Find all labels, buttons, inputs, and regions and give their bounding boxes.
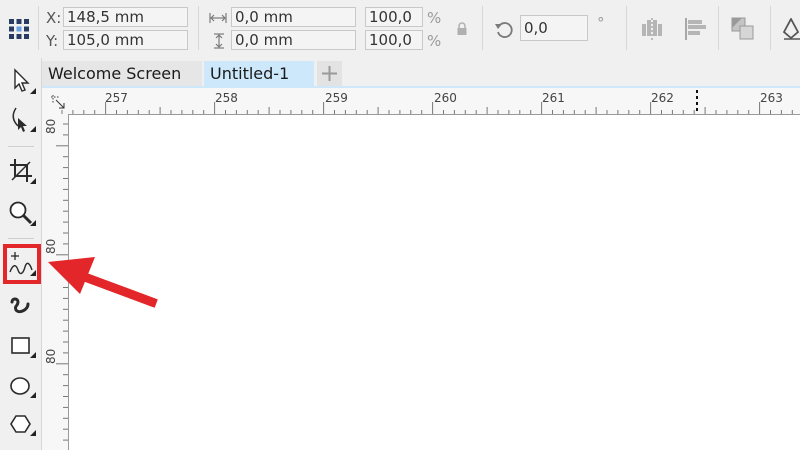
ellipse-icon [10,377,36,398]
reference-point-icon[interactable] [8,18,30,40]
percent-y-label: % [427,32,442,50]
x-position-field[interactable]: 148,5 mm [63,7,188,27]
crop-tool[interactable] [6,156,38,188]
ruler-number: 80 [44,118,58,134]
separator [770,6,771,50]
vertical-ruler[interactable]: 80 80 80 [42,114,68,450]
tab-welcome-screen[interactable]: Welcome Screen [42,61,202,86]
rotation-field[interactable]: 0,0 [520,15,588,41]
polygon-tool[interactable] [6,408,38,440]
magnifier-icon [9,201,36,226]
rotate-icon [495,22,513,38]
horizontal-ruler[interactable]: 257 258 259 260 261 262 263 [42,86,800,114]
shape-tool[interactable] [6,104,38,136]
shape-edit-icon [12,107,36,132]
tab-untitled-1[interactable]: Untitled-1 [204,61,314,86]
ruler-number: 262 [651,91,674,105]
rectangle-icon [11,337,36,358]
ruler-number: 260 [434,91,457,105]
tab-label: Untitled-1 [210,64,290,83]
ruler-number: 80 [44,238,58,254]
property-bar: X: 148,5 mm Y: 105,0 mm 0,0 mm 0,0 mm 10… [0,0,800,58]
separator [8,238,34,239]
separator [626,6,627,50]
ruler-number: 258 [215,91,238,105]
separator [38,6,39,50]
outline-pen-icon[interactable] [782,18,800,40]
height-icon [214,33,224,49]
scale-x-field[interactable]: 100,0 [365,7,423,27]
combine-objects-icon[interactable] [730,16,756,42]
degree-label: ° [597,14,605,32]
zoom-tool[interactable] [6,198,38,230]
new-tab-button[interactable] [317,61,342,86]
toolbox [0,58,42,450]
percent-x-label: % [427,9,442,27]
ellipse-tool[interactable] [6,370,38,402]
separator [718,6,719,50]
freehand-tool-highlight [3,244,41,284]
separator [482,6,483,50]
separator [8,146,34,147]
width-icon [209,13,227,23]
polygon-icon [10,415,36,436]
ruler-number: 261 [542,91,565,105]
horizontal-ruler-ticks [61,90,793,114]
mirror-horizontal-icon[interactable] [640,18,664,40]
plus-icon [322,66,337,81]
ruler-number: 257 [105,91,128,105]
brush-stroke-icon [10,297,30,314]
tab-label: Welcome Screen [48,64,182,83]
y-position-field[interactable]: 105,0 mm [63,30,188,50]
rectangle-tool[interactable] [6,330,38,362]
lock-ratio-icon[interactable] [456,22,468,36]
crop-icon [10,159,36,184]
pick-tool[interactable] [6,66,38,98]
drawing-canvas[interactable] [68,114,800,450]
width-field[interactable]: 0,0 mm [231,7,356,27]
vertical-ruler-ticks [56,123,68,441]
document-tab-bar: Welcome Screen Untitled-1 [42,58,800,86]
ruler-number: 263 [760,91,783,105]
mirror-vertical-icon[interactable] [684,18,708,40]
height-field[interactable]: 0,0 mm [231,30,356,50]
y-label: Y: [46,32,59,50]
ruler-number: 80 [44,348,58,364]
x-label: X: [46,9,62,27]
artistic-media-tool[interactable] [6,290,38,322]
separator [198,6,199,50]
ruler-number: 259 [325,91,348,105]
ruler-origin-icon[interactable] [50,94,68,110]
pointer-arrow-icon [14,68,36,94]
scale-y-field[interactable]: 100,0 [365,30,423,50]
